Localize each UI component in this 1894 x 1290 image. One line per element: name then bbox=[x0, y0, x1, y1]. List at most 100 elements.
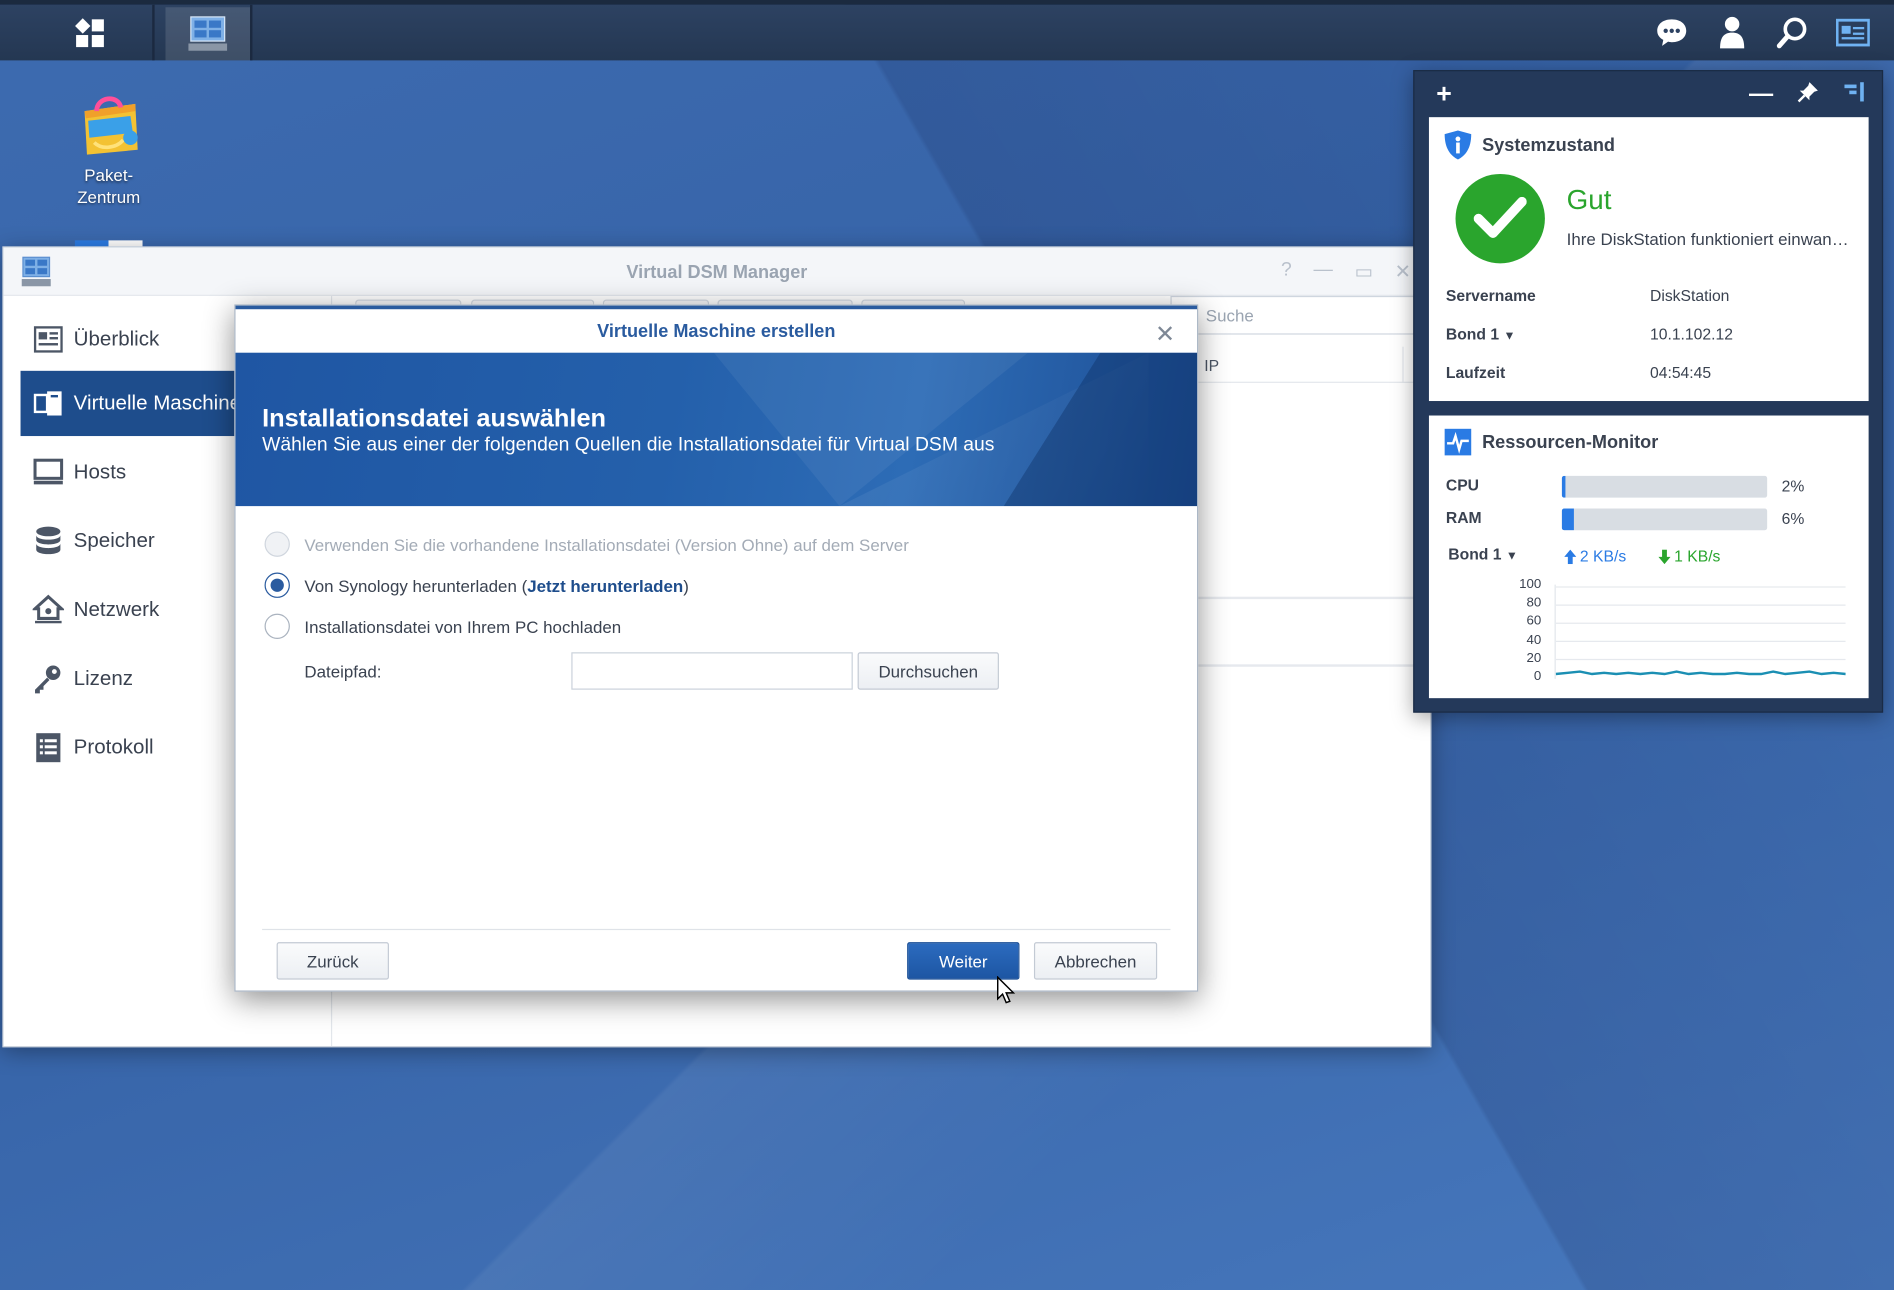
dialog-title-bar[interactable]: Virtuelle Maschine erstellen ✕ bbox=[235, 305, 1198, 353]
sidebar-item-label: Virtuelle Maschine bbox=[73, 391, 242, 415]
back-button[interactable]: Zurück bbox=[276, 942, 389, 980]
sidebar-item-label: Netzwerk bbox=[73, 597, 160, 621]
desktop-icon-package-center[interactable]: Paket- Zentrum bbox=[60, 94, 157, 208]
help-icon[interactable]: ? bbox=[1281, 260, 1292, 284]
cancel-button[interactable]: Abbrechen bbox=[1033, 942, 1158, 980]
sidebar-item-label: Überblick bbox=[73, 327, 160, 351]
panel-menu-icon[interactable] bbox=[1843, 82, 1865, 107]
dialog-heading: Installationsdatei auswählen bbox=[262, 404, 607, 433]
key-icon bbox=[33, 663, 64, 694]
search-button[interactable] bbox=[1776, 16, 1810, 50]
info-key: Servername bbox=[1445, 286, 1536, 305]
grid-divider bbox=[1172, 664, 1419, 667]
widgets-button[interactable] bbox=[1836, 16, 1870, 50]
taskbar-tray bbox=[1655, 5, 1870, 61]
chat-bubble-icon bbox=[1657, 19, 1687, 46]
user-button[interactable] bbox=[1715, 16, 1749, 50]
y-tick: 40 bbox=[1526, 632, 1542, 648]
sidebar-item-label: Speicher bbox=[73, 529, 155, 553]
cpu-bar bbox=[1561, 475, 1768, 498]
add-widget-icon[interactable]: + bbox=[1436, 79, 1452, 110]
radio-upload[interactable] bbox=[264, 613, 290, 639]
chevron-down-icon: ▼ bbox=[1505, 549, 1518, 563]
widget-panel-toolbar: + — bbox=[1414, 71, 1881, 112]
pin-icon[interactable] bbox=[1797, 81, 1819, 109]
resource-monitor-widget: Ressourcen-Monitor CPU 2% RAM 6% Bond 1 … bbox=[1428, 415, 1869, 699]
search-field[interactable]: ⚲ Suche bbox=[1170, 295, 1419, 335]
next-button[interactable]: Weiter bbox=[907, 942, 1020, 980]
sidebar-item-label: Hosts bbox=[73, 460, 127, 484]
health-message: Ihre DiskStation funktioniert einwan… bbox=[1566, 229, 1849, 249]
upload-rate: 2 KB/s bbox=[1564, 547, 1626, 565]
sidebar-item-label: Lizenz bbox=[73, 666, 134, 690]
column-header-ip[interactable]: IP bbox=[1172, 346, 1419, 383]
ram-percent: 6% bbox=[1781, 509, 1805, 528]
window-title: Virtual DSM Manager bbox=[626, 262, 808, 283]
system-health-widget: Systemzustand Gut Ihre DiskStation funkt… bbox=[1428, 117, 1869, 402]
option-existing-file: Verwenden Sie die vorhandene Installatio… bbox=[264, 531, 909, 557]
desktop-icon-label-line1: Paket- bbox=[84, 165, 134, 185]
download-rate: 1 KB/s bbox=[1658, 547, 1720, 565]
info-value: 04:54:45 bbox=[1649, 363, 1712, 382]
y-tick: 100 bbox=[1519, 577, 1542, 592]
virtual-dsm-app-icon bbox=[188, 16, 228, 51]
maximize-icon[interactable]: ▭ bbox=[1355, 260, 1373, 284]
main-menu-icon bbox=[75, 18, 104, 48]
radio-download[interactable] bbox=[264, 572, 290, 598]
bond-dropdown[interactable]: Bond 1 ▼ bbox=[1448, 545, 1518, 563]
window-title-bar[interactable]: Virtual DSM Manager ? — ▭ ✕ bbox=[3, 247, 1431, 296]
footer-divider bbox=[262, 928, 1171, 931]
file-path-label: Dateipfad: bbox=[304, 661, 382, 682]
arrow-down-icon bbox=[1658, 548, 1671, 564]
option-label: Installationsdatei von Ihrem PC hochlade… bbox=[304, 616, 622, 636]
database-icon bbox=[33, 525, 64, 556]
ram-bar-fill bbox=[1561, 508, 1575, 531]
ram-bar bbox=[1561, 508, 1768, 531]
widget-panel: + — Systemzustand Gut Ihre DiskStation f… bbox=[1413, 70, 1884, 713]
y-tick: 20 bbox=[1526, 651, 1542, 666]
cpu-percent: 2% bbox=[1781, 477, 1805, 496]
option-upload[interactable]: Installationsdatei von Ihrem PC hochlade… bbox=[264, 613, 622, 639]
search-icon bbox=[1776, 17, 1807, 49]
grid-divider bbox=[1172, 596, 1419, 600]
close-icon[interactable]: ✕ bbox=[1395, 260, 1411, 284]
browse-button[interactable]: Durchsuchen bbox=[857, 652, 999, 690]
close-icon[interactable]: ✕ bbox=[1155, 319, 1175, 349]
dialog-subheading: Wählen Sie aus einer der folgenden Quell… bbox=[262, 434, 995, 456]
radio-existing-file bbox=[264, 531, 290, 557]
health-status: Gut bbox=[1566, 183, 1612, 216]
info-value: 10.1.102.12 bbox=[1649, 324, 1733, 344]
search-placeholder: Suche bbox=[1205, 305, 1254, 325]
bond-dropdown[interactable]: Bond 1 ▼ bbox=[1446, 325, 1516, 343]
taskbar-separator bbox=[152, 4, 155, 61]
main-menu-button[interactable] bbox=[48, 7, 133, 60]
virtual-machine-icon bbox=[33, 388, 64, 419]
minimize-icon[interactable]: — bbox=[1314, 260, 1333, 284]
overview-icon bbox=[33, 324, 64, 355]
taskbar-app-virtual-dsm[interactable] bbox=[165, 7, 251, 61]
monitor-icon bbox=[33, 457, 64, 488]
messages-button[interactable] bbox=[1655, 16, 1689, 50]
widget-title: Systemzustand bbox=[1482, 134, 1616, 156]
log-list-icon bbox=[33, 732, 64, 763]
network-chart bbox=[1554, 584, 1846, 679]
cpu-bar-fill bbox=[1561, 475, 1566, 498]
download-now-link[interactable]: Jetzt herunterladen bbox=[527, 576, 683, 595]
option-label-prefix: Von Synology herunterladen ( bbox=[304, 575, 528, 595]
option-download[interactable]: Von Synology herunterladen (Jetzt herunt… bbox=[264, 572, 689, 598]
dialog-banner: Installationsdatei auswählen Wählen Sie … bbox=[235, 352, 1198, 507]
create-vm-dialog: Virtuelle Maschine erstellen ✕ Installat… bbox=[234, 304, 1199, 992]
option-label-suffix: ) bbox=[683, 575, 689, 595]
pulse-monitor-icon bbox=[1444, 428, 1472, 456]
mouse-cursor-icon bbox=[997, 975, 1016, 1011]
desktop-icon-label-line2: Zentrum bbox=[77, 187, 141, 207]
info-key: Laufzeit bbox=[1445, 363, 1506, 382]
ram-label: RAM bbox=[1445, 508, 1482, 527]
y-tick: 0 bbox=[1533, 669, 1542, 684]
collapse-icon[interactable]: — bbox=[1749, 81, 1773, 109]
file-path-input[interactable] bbox=[571, 652, 853, 690]
package-center-icon bbox=[77, 94, 140, 157]
column-separator bbox=[1402, 346, 1404, 383]
widget-title: Ressourcen-Monitor bbox=[1482, 431, 1659, 453]
widgets-icon bbox=[1836, 18, 1870, 47]
